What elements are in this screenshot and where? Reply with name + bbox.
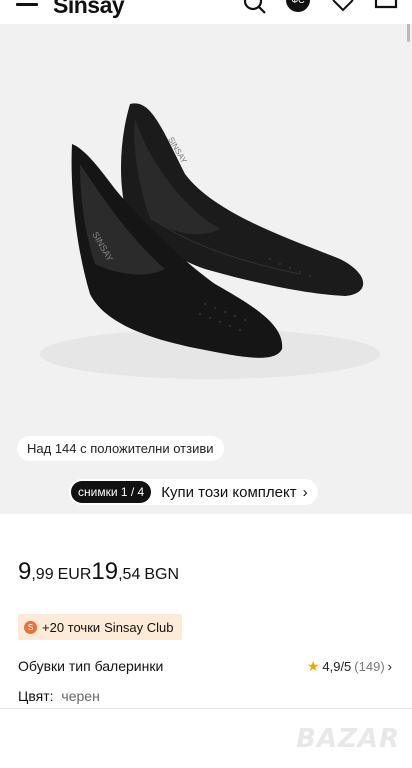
price-bgn-decimal: ,54 (118, 566, 141, 583)
account-avatar[interactable]: ФС (286, 0, 310, 12)
rating-count: (149) (354, 659, 385, 674)
loyalty-points-badge[interactable]: S +20 точки Sinsay Club (18, 614, 182, 640)
top-header: Sinsay ФС (0, 0, 412, 24)
price-row: 9 ,99 EUR 19 ,54 BGN (18, 558, 179, 586)
color-label: Цвят: (18, 688, 54, 704)
reviews-badge: Над 144 с положителни отзиви (17, 436, 224, 461)
chevron-right-icon: › (302, 483, 308, 501)
menu-icon[interactable] (16, 0, 38, 12)
price-bgn-currency: BGN (144, 566, 180, 583)
buy-set-link[interactable]: Купи този комплект › (161, 484, 307, 501)
price-eur-decimal: ,99 (31, 566, 54, 583)
points-value: +20 точки (42, 619, 101, 635)
buy-set-label: Купи този комплект (161, 483, 297, 501)
rating-link[interactable]: ★ 4,9/5 (149) › (307, 658, 392, 675)
color-value: черен (61, 688, 100, 704)
cart-icon[interactable] (373, 0, 399, 18)
rating-value: 4,9/5 (322, 659, 352, 674)
divider (0, 708, 412, 709)
color-row: Цвят: черен (18, 688, 100, 704)
product-name: Обувки тип балеринки (18, 658, 164, 674)
star-icon: ★ (306, 658, 320, 674)
product-gallery[interactable]: SINSAY SINSAY Над 144 с положителни отзи… (0, 24, 412, 514)
heart-icon[interactable] (330, 0, 356, 18)
price-eur-currency: EUR (57, 566, 92, 583)
watermark-logo: BAZAR (296, 724, 400, 754)
logo[interactable]: Sinsay (53, 0, 125, 19)
photo-counter: снимки 1 / 4 (71, 481, 152, 503)
gallery-controls: снимки 1 / 4 Купи този комплект › (69, 479, 318, 505)
coin-icon: S (24, 620, 37, 634)
price-eur-integer: 9 (18, 558, 32, 585)
chevron-right-icon: › (387, 659, 392, 674)
search-icon[interactable] (242, 0, 268, 18)
club-name: Sinsay Club (104, 619, 174, 635)
price-bgn-integer: 19 (91, 558, 119, 585)
